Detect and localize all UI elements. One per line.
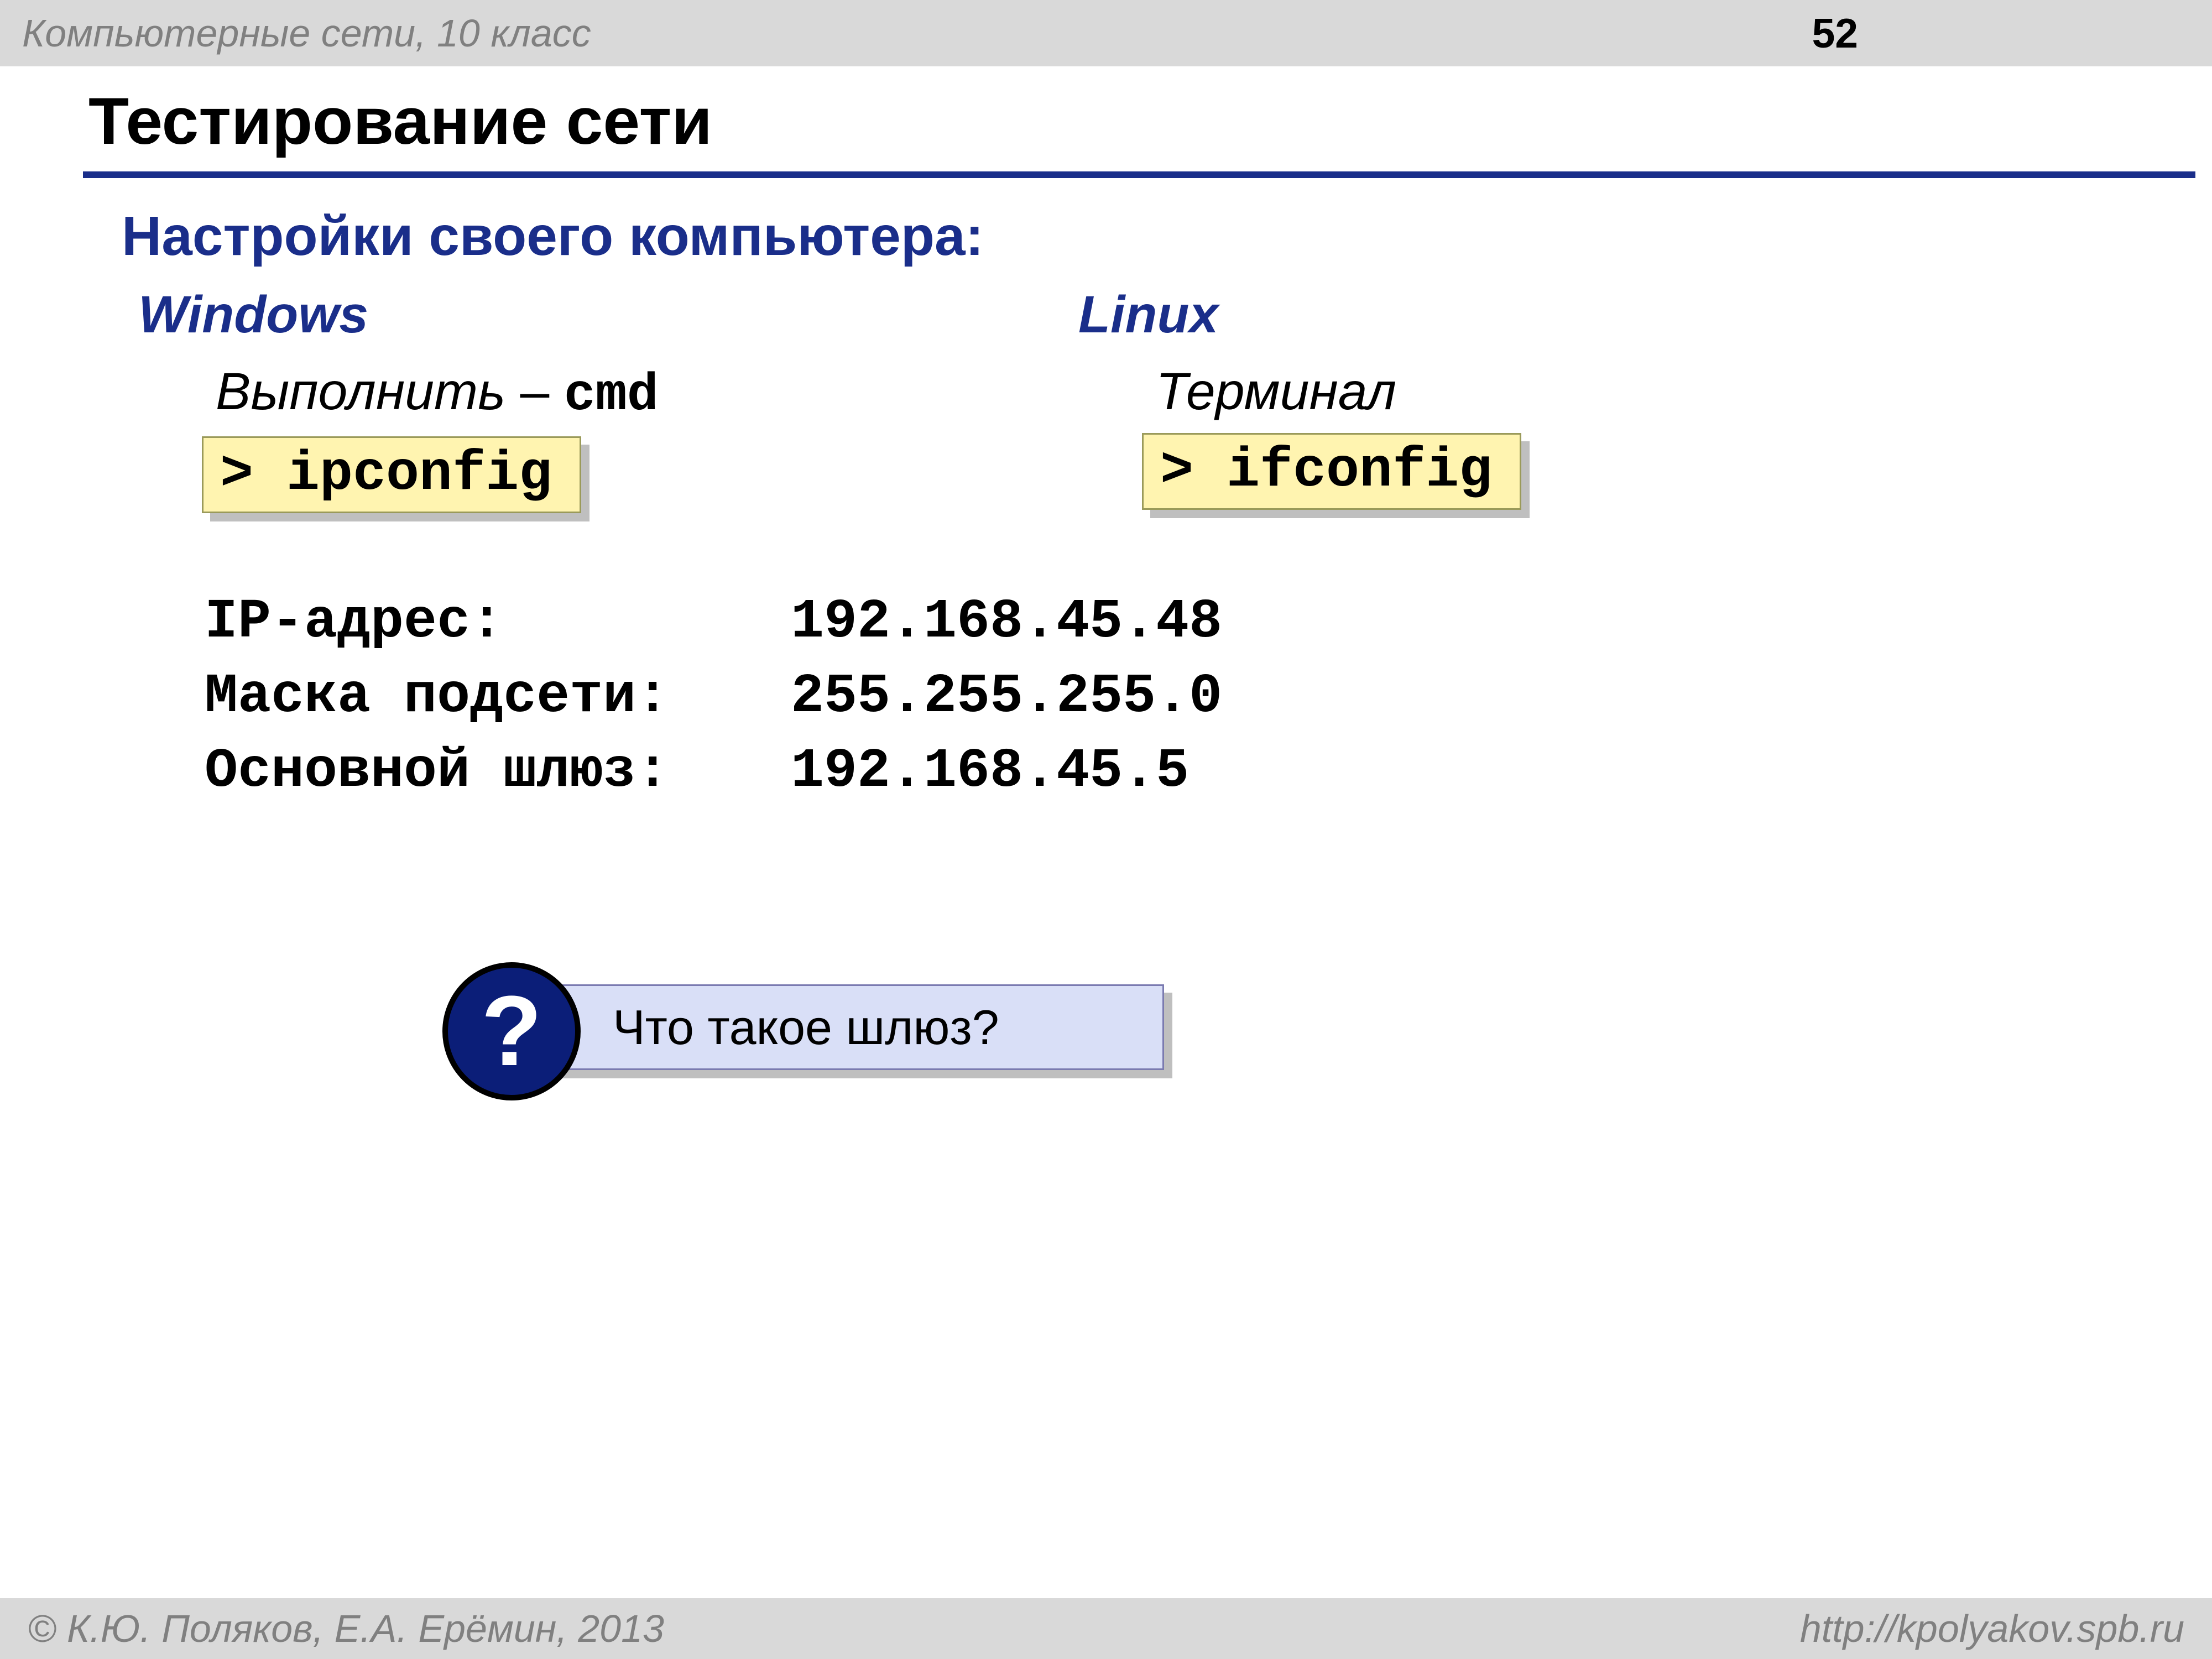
ip-address-value: 192.168.45.48 (791, 585, 1222, 660)
subject-label: Компьютерные сети, 10 класс (22, 11, 1812, 55)
windows-label: Windows (138, 285, 1062, 345)
terminal-text: Терминал (1156, 362, 1396, 421)
windows-command-box: > ipconfig (202, 436, 581, 513)
subnet-mask-value: 255.255.255.0 (791, 660, 1222, 734)
ip-address-label: IP-адрес: (205, 585, 791, 660)
subnet-mask-label: Маска подсети: (205, 660, 791, 734)
copyright-text: © К.Ю. Поляков, Е.А. Ерёмин, 2013 (28, 1606, 664, 1651)
gateway-value: 192.168.45.5 (791, 734, 1189, 809)
content-area: Настройки своего компьютера: Windows Вып… (122, 205, 2124, 809)
footer-bar: © К.Ю. Поляков, Е.А. Ерёмин, 2013 http:/… (0, 1598, 2212, 1659)
gateway-label: Основной шлюз: (205, 734, 791, 809)
linux-command-box: > ifconfig (1142, 433, 1521, 510)
question-mark-icon: ? (442, 962, 581, 1100)
linux-terminal-line: Терминал (1156, 362, 2124, 422)
title-underline (83, 171, 2195, 178)
run-text: Выполнить (216, 362, 505, 421)
linux-column: Linux Терминал > ifconfig (1062, 285, 2124, 513)
table-row: Маска подсети: 255.255.255.0 (205, 660, 2124, 734)
dash: – (505, 362, 564, 421)
network-info-table: IP-адрес: 192.168.45.48 Маска подсети: 2… (205, 585, 2124, 809)
two-column-layout: Windows Выполнить – cmd > ipconfig Linux… (122, 285, 2124, 513)
footer-url: http://kpolyakov.spb.ru (1800, 1606, 2184, 1651)
cmd-word: cmd (564, 366, 659, 425)
question-box: Что такое шлюз? (539, 984, 1164, 1070)
section-heading: Настройки своего компьютера: (122, 205, 2124, 268)
linux-label: Linux (1078, 285, 2124, 345)
title-area: Тестирование сети (88, 83, 2124, 165)
table-row: Основной шлюз: 192.168.45.5 (205, 734, 2124, 809)
table-row: IP-адрес: 192.168.45.48 (205, 585, 2124, 660)
linux-command: > ifconfig (1142, 433, 1521, 510)
page-number: 52 (1812, 9, 2190, 57)
windows-column: Windows Выполнить – cmd > ipconfig (122, 285, 1062, 513)
windows-command: > ipconfig (202, 436, 581, 513)
windows-run-line: Выполнить – cmd (216, 362, 1062, 425)
question-text: Что такое шлюз? (613, 999, 999, 1056)
page-title: Тестирование сети (88, 83, 2124, 165)
header-bar: Компьютерные сети, 10 класс 52 (0, 0, 2212, 66)
